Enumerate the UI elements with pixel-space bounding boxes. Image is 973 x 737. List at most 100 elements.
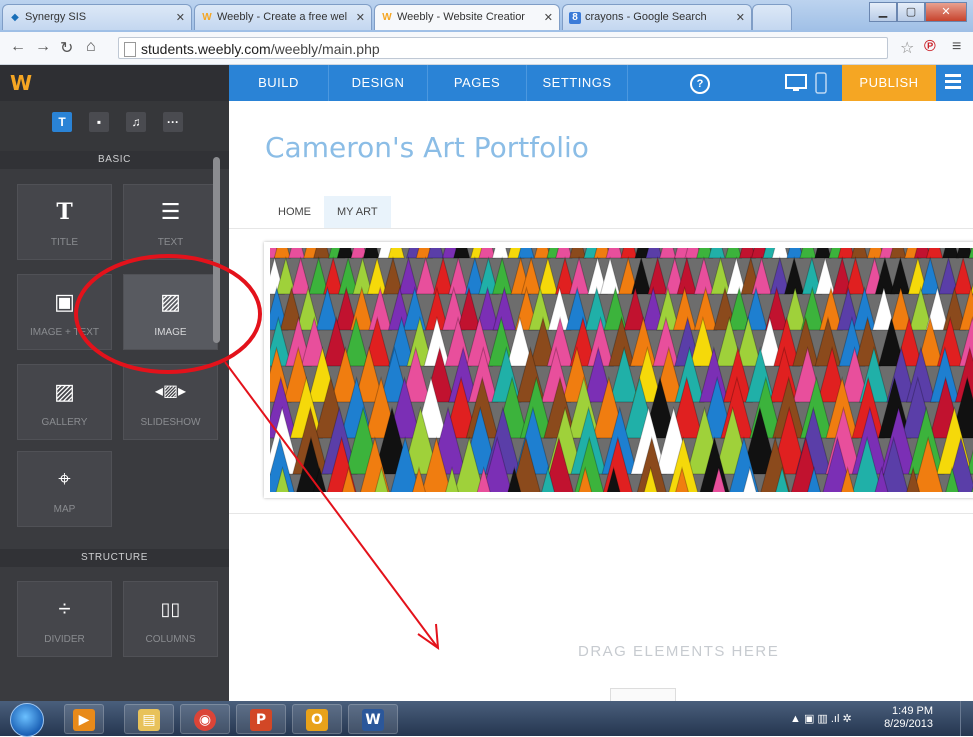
close-tab-icon[interactable]: ✕ bbox=[356, 11, 365, 24]
drop-zone-hint: DRAG ELEMENTS HERE bbox=[578, 643, 780, 660]
text-tab-icon[interactable]: T bbox=[52, 112, 72, 132]
element-sidebar: T ▪ ♫ ··· BASIC T TITLE ☰ TEXT ▣ IMAGE +… bbox=[0, 101, 229, 701]
forward-icon[interactable]: → bbox=[35, 38, 51, 56]
nav-design[interactable]: DESIGN bbox=[329, 65, 428, 101]
weebly-icon: W bbox=[382, 12, 392, 23]
element-label: COLUMNS bbox=[145, 634, 196, 645]
tab-title: Weebly - Website Creatior bbox=[397, 11, 525, 23]
back-icon[interactable]: ← bbox=[10, 38, 26, 56]
image-icon: ▨ bbox=[160, 289, 181, 314]
browser-tab-weebly-editor[interactable]: W Weebly - Website Creatior ✕ bbox=[374, 4, 560, 30]
weebly-logo-text: W bbox=[10, 71, 33, 95]
site-nav-my-art[interactable]: MY ART bbox=[324, 196, 391, 228]
element-title[interactable]: T TITLE bbox=[17, 184, 112, 260]
layout-tab-icon[interactable]: ▪ bbox=[89, 112, 109, 132]
browser-toolbar: ← → ↻ ⌂ students.weebly.com/weebly/main.… bbox=[0, 32, 973, 65]
taskbar-word[interactable]: W bbox=[348, 704, 398, 734]
powerpoint-icon: P bbox=[250, 709, 272, 731]
minimize-button[interactable]: ▁ bbox=[869, 2, 897, 22]
hamburger-menu-icon[interactable] bbox=[945, 74, 961, 92]
divider-icon: ÷ bbox=[58, 596, 71, 621]
clock[interactable]: 1:49 PM 8/29/2013 bbox=[884, 705, 933, 731]
text-icon: ☰ bbox=[160, 199, 181, 224]
site-title[interactable]: Cameron's Art Portfolio bbox=[265, 131, 589, 164]
element-label: MAP bbox=[53, 504, 76, 515]
site-nav-home[interactable]: HOME bbox=[265, 196, 324, 228]
close-tab-icon[interactable]: ✕ bbox=[736, 11, 745, 24]
browser-tab-weebly-create[interactable]: W Weebly - Create a free wel ✕ bbox=[194, 4, 372, 30]
new-tab-button[interactable] bbox=[752, 4, 792, 30]
section-basic: BASIC bbox=[0, 151, 229, 169]
page-icon bbox=[124, 42, 136, 57]
sidebar-scrollbar[interactable] bbox=[213, 157, 220, 343]
close-window-button[interactable]: ✕ bbox=[925, 2, 967, 22]
nav-build[interactable]: BUILD bbox=[229, 65, 329, 101]
element-label: TITLE bbox=[50, 237, 79, 248]
image-text-icon: ▣ bbox=[54, 289, 75, 314]
element-label: TEXT bbox=[157, 237, 184, 248]
map-icon: ⌖ bbox=[58, 466, 71, 491]
element-columns[interactable]: ▯▯ COLUMNS bbox=[123, 581, 218, 657]
outlook-icon: O bbox=[306, 709, 328, 731]
editor-canvas: Cameron's Art Portfolio HOME MY ART DRAG … bbox=[229, 101, 973, 703]
taskbar-chrome[interactable]: ◉ bbox=[180, 704, 230, 734]
word-icon: W bbox=[362, 709, 384, 731]
address-bar[interactable]: students.weebly.com/weebly/main.php bbox=[118, 37, 888, 59]
element-label: DIVIDER bbox=[44, 634, 85, 645]
element-text[interactable]: ☰ TEXT bbox=[123, 184, 218, 260]
element-image[interactable]: ▨ IMAGE bbox=[123, 274, 218, 350]
media-player-icon: ▶ bbox=[73, 709, 95, 731]
browser-tab-google[interactable]: 8 crayons - Google Search ✕ bbox=[562, 4, 752, 30]
element-label: IMAGE bbox=[154, 327, 187, 338]
close-tab-icon[interactable]: ✕ bbox=[544, 11, 553, 24]
banner-frame[interactable] bbox=[264, 242, 973, 498]
element-slideshow[interactable]: ◂▨▸ SLIDESHOW bbox=[123, 364, 218, 440]
file-explorer-icon: ▤ bbox=[138, 709, 160, 731]
element-divider[interactable]: ÷ DIVIDER bbox=[17, 581, 112, 657]
element-map[interactable]: ⌖ MAP bbox=[17, 451, 112, 527]
maximize-button[interactable]: ▢ bbox=[897, 2, 925, 22]
music-tab-icon[interactable]: ♫ bbox=[126, 112, 146, 132]
sidebar-tabs: T ▪ ♫ ··· bbox=[0, 101, 229, 151]
weebly-icon: W bbox=[202, 12, 212, 23]
crayons-image bbox=[270, 248, 973, 492]
close-tab-icon[interactable]: ✕ bbox=[176, 11, 185, 24]
nav-settings[interactable]: SETTINGS bbox=[527, 65, 628, 101]
columns-icon: ▯▯ bbox=[160, 599, 181, 619]
nav-pages[interactable]: PAGES bbox=[428, 65, 527, 101]
section-structure: STRUCTURE bbox=[0, 549, 229, 567]
start-button[interactable] bbox=[10, 703, 44, 737]
clock-time: 1:49 PM bbox=[892, 705, 933, 717]
element-image-text[interactable]: ▣ IMAGE + TEXT bbox=[17, 274, 112, 350]
element-label: GALLERY bbox=[41, 417, 88, 428]
url-domain: students.weebly.com bbox=[141, 41, 271, 57]
home-icon[interactable]: ⌂ bbox=[86, 38, 96, 56]
pinterest-icon[interactable]: ℗ bbox=[924, 38, 936, 56]
system-tray-icons[interactable]: ▲ ▣ ▥ .ıl ✲ bbox=[790, 712, 852, 725]
weebly-header: W BUILD DESIGN PAGES SETTINGS ? PUBLISH bbox=[0, 65, 973, 101]
reload-icon[interactable]: ↻ bbox=[60, 38, 73, 58]
element-gallery[interactable]: ▨ GALLERY bbox=[17, 364, 112, 440]
tab-title: Weebly - Create a free wel bbox=[217, 11, 348, 23]
clock-date: 8/29/2013 bbox=[884, 718, 933, 730]
taskbar-file-explorer[interactable]: ▤ bbox=[124, 704, 174, 734]
browser-tab-synergy[interactable]: ◆ Synergy SIS ✕ bbox=[2, 4, 192, 30]
chrome-menu-icon[interactable]: ≡ bbox=[952, 38, 961, 56]
publish-button[interactable]: PUBLISH bbox=[842, 65, 936, 101]
taskbar-media-player[interactable]: ▶ bbox=[64, 704, 104, 734]
element-label: SLIDESHOW bbox=[140, 417, 201, 428]
help-icon[interactable]: ? bbox=[690, 74, 710, 94]
weebly-logo[interactable]: W bbox=[0, 65, 229, 101]
taskbar-powerpoint[interactable]: P bbox=[236, 704, 286, 734]
desktop-view-icon[interactable] bbox=[785, 74, 807, 92]
more-tab-icon[interactable]: ··· bbox=[163, 112, 183, 132]
star-icon[interactable]: ☆ bbox=[900, 38, 914, 58]
tab-title: Synergy SIS bbox=[25, 11, 87, 23]
slideshow-icon: ◂▨▸ bbox=[154, 383, 187, 400]
chrome-icon: ◉ bbox=[194, 709, 216, 731]
show-desktop-button[interactable] bbox=[960, 701, 973, 736]
mobile-view-icon[interactable] bbox=[815, 72, 827, 94]
title-icon: T bbox=[56, 199, 73, 225]
windows-taskbar: ▶ ▤ ◉ P O W ▲ ▣ ▥ .ıl ✲ 1:49 PM 8/29/201… bbox=[0, 701, 973, 737]
taskbar-outlook[interactable]: O bbox=[292, 704, 342, 734]
